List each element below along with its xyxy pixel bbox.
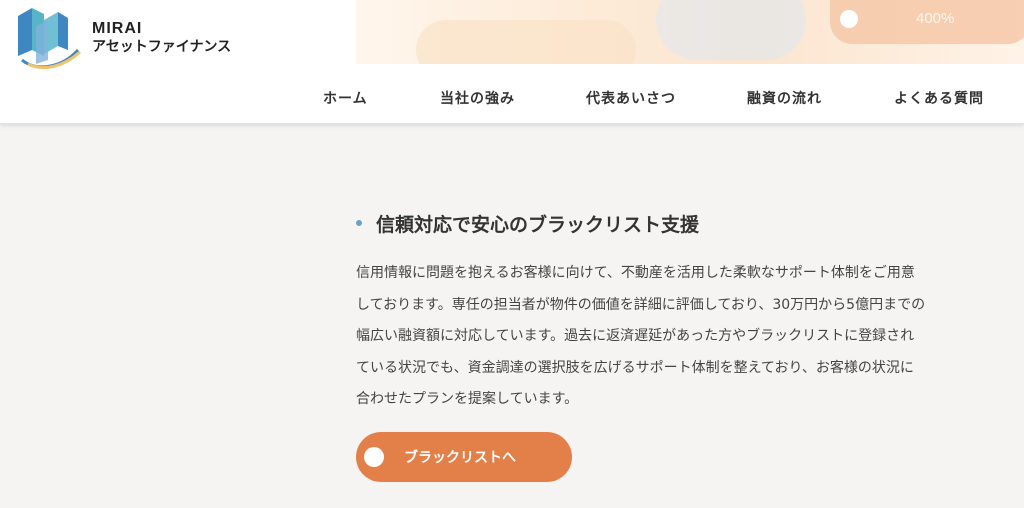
paragraph-line: 信用情報に問題を抱えるお客様に向けて、不動産を活用した柔軟なサポート体制をご用意 — [356, 265, 915, 281]
paragraph-line: 合わせたプランを提案しています。 — [356, 391, 579, 407]
cta-circle-icon — [364, 447, 384, 467]
logo-name-en: MIRAI — [92, 20, 143, 37]
section-heading-text: 信頼対応で安心のブラックリスト支援 — [376, 214, 700, 236]
nav-item-strengths[interactable]: 当社の強み — [440, 88, 515, 108]
logo-mark-icon — [18, 8, 81, 69]
badge-dot-icon — [840, 10, 858, 28]
paragraph-line: ている状況でも、資金調達の選択肢を広げるサポート体制を整えており、お客様の状況に — [356, 359, 914, 376]
hero-decoration — [416, 20, 636, 64]
nav-item-greeting[interactable]: 代表あいさつ — [586, 88, 676, 108]
nav-item-loan-flow[interactable]: 融資の流れ — [747, 88, 822, 108]
logo-text: MIRAI アセットファイナンス — [92, 20, 231, 54]
site-logo[interactable]: MIRAI アセットファイナンス — [14, 6, 244, 72]
hero-image-strip: 400% — [356, 0, 1024, 64]
nav-item-faq[interactable]: よくある質問 — [894, 88, 984, 108]
section-paragraph: 信用情報に問題を抱えるお客様に向けて、不動産を活用した柔軟なサポート体制をご用意… — [356, 258, 1020, 416]
site-header: 400% MIRAI アセットファイナンス ホーム 当社の強み 代表あいさつ 融… — [0, 0, 1024, 124]
heading-bullet-icon — [356, 220, 362, 226]
cta-button-label: ブラックリストへ — [404, 450, 516, 466]
logo-name-jp: アセットファイナンス — [92, 37, 232, 54]
main-navigation: ホーム 当社の強み 代表あいさつ 融資の流れ よくある質問 — [300, 88, 1024, 116]
paragraph-line: 幅広い融資額に対応しています。過去に返済遅延があった方やブラックリストに登録され — [356, 328, 915, 344]
hero-decoration — [656, 0, 806, 60]
paragraph-line: しております。専任の担当者が物件の価値を詳細に評価しており、30万円から5億円ま… — [356, 296, 926, 313]
hero-badge-text: 400% — [916, 10, 955, 27]
nav-item-home[interactable]: ホーム — [323, 88, 368, 108]
blacklist-cta-button[interactable]: ブラックリストへ — [356, 432, 572, 482]
hero-badge: 400% — [830, 0, 1024, 44]
